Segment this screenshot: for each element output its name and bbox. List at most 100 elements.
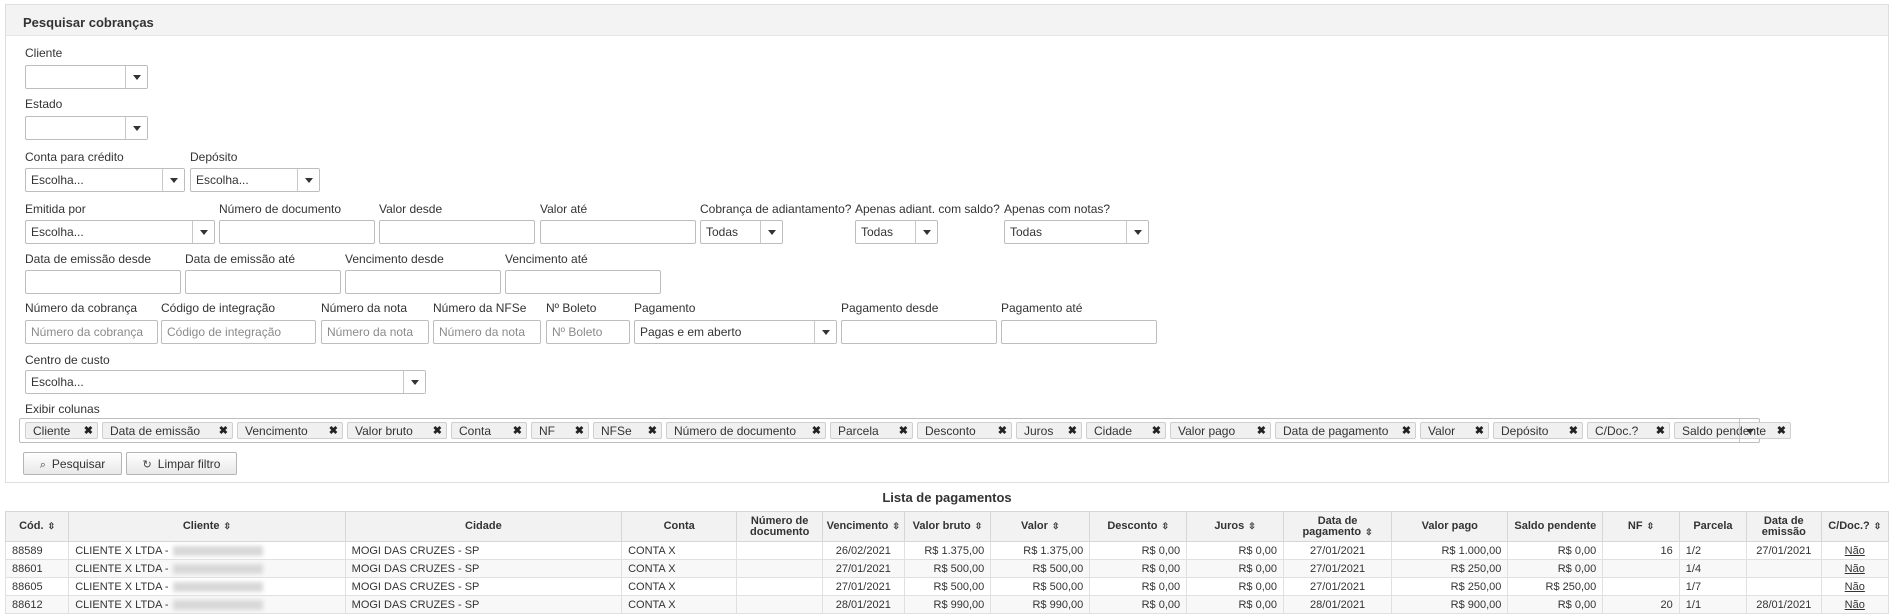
pesquisar-button[interactable]: ⌕ Pesquisar (23, 452, 122, 475)
column-header[interactable]: Cidade (344, 511, 623, 542)
column-header[interactable]: Data de emissão (1746, 511, 1822, 542)
close-icon[interactable]: ✖ (219, 424, 228, 437)
conta-credito-select[interactable]: Escolha... (25, 168, 185, 192)
valor-desde-input[interactable] (379, 220, 535, 244)
cell-value: R$ 0,00 (1238, 544, 1278, 557)
numero-nfse-input[interactable]: Número da nota (433, 320, 541, 344)
redacted-text (172, 563, 263, 574)
numero-cobranca-input[interactable]: Número da cobrança (25, 320, 158, 344)
close-icon[interactable]: ✖ (1402, 424, 1411, 437)
close-icon[interactable]: ✖ (84, 424, 93, 437)
column-header[interactable]: Valor ⇳ (990, 511, 1091, 542)
sort-icon[interactable]: ⇳ (892, 521, 900, 531)
close-icon[interactable]: ✖ (1152, 424, 1161, 437)
column-header[interactable]: Conta (621, 511, 738, 542)
table-row[interactable]: 88589 CLIENTE X LTDA - MOGI DAS CRUZES - S… (4, 541, 1890, 560)
close-icon[interactable]: ✖ (1569, 424, 1578, 437)
chevron-down-icon (125, 66, 147, 88)
sort-icon[interactable]: ⇳ (975, 521, 983, 531)
sort-icon[interactable]: ⇳ (1647, 521, 1655, 531)
cell-cdoc[interactable]: Não (1820, 559, 1890, 578)
column-header[interactable]: Data de pagamento ⇳ (1283, 511, 1393, 542)
cliente-select[interactable] (25, 65, 148, 89)
valor-ate-input[interactable] (540, 220, 696, 244)
cobranca-adiantamento-select[interactable]: Todas (700, 220, 783, 244)
column-header[interactable]: Valor bruto ⇳ (903, 511, 992, 542)
pagamento-desde-input[interactable] (841, 320, 997, 344)
column-header[interactable]: NF ⇳ (1602, 511, 1680, 542)
column-header[interactable]: Parcela (1678, 511, 1748, 542)
cell-value: MOGI DAS CRUZES - SP (351, 562, 480, 575)
cell-value: R$ 500,00 (1032, 562, 1084, 575)
column-header[interactable]: Cliente ⇳ (68, 511, 346, 542)
close-icon[interactable]: ✖ (513, 424, 522, 437)
close-icon[interactable]: ✖ (1475, 424, 1484, 437)
table-row[interactable]: 88601 CLIENTE X LTDA - MOGI DAS CRUZES - S… (4, 559, 1890, 578)
cell-value: R$ 0,00 (1238, 562, 1278, 575)
column-header[interactable]: Valor pago (1391, 511, 1509, 542)
column-header[interactable]: C/Doc.? ⇳ (1820, 511, 1890, 542)
close-icon[interactable]: ✖ (329, 424, 338, 437)
close-icon[interactable]: ✖ (812, 424, 821, 437)
numero-boleto-input[interactable]: Nº Boleto (546, 320, 630, 344)
close-icon[interactable]: ✖ (998, 424, 1007, 437)
cell-vencimento: 26/02/2021 (822, 541, 905, 560)
cell-value: Não (1844, 598, 1865, 611)
column-header[interactable]: Desconto ⇳ (1089, 511, 1188, 542)
close-icon[interactable]: ✖ (1068, 424, 1077, 437)
estado-select[interactable] (25, 116, 148, 140)
close-icon[interactable]: ✖ (1777, 424, 1786, 437)
numero-documento-input[interactable] (219, 220, 375, 244)
pagamento-ate-input[interactable] (1001, 320, 1157, 344)
data-emissao-desde-input[interactable] (25, 270, 181, 294)
close-icon[interactable]: ✖ (899, 424, 908, 437)
apenas-notas-select[interactable]: Todas (1004, 220, 1149, 244)
close-icon[interactable]: ✖ (575, 424, 584, 437)
column-header[interactable]: Saldo pendente (1507, 511, 1604, 542)
column-header[interactable]: Juros ⇳ (1186, 511, 1285, 542)
cell-cdoc[interactable]: Não (1820, 541, 1890, 560)
vencimento-ate-input[interactable] (505, 270, 661, 294)
pagamento-select[interactable]: Pagas e em aberto (634, 320, 837, 344)
cell-conta: CONTA X (621, 559, 738, 578)
vencimento-ate-label: Vencimento até (505, 252, 588, 266)
apenas-adiant-saldo-select[interactable]: Todas (855, 220, 938, 244)
sort-icon[interactable]: ⇳ (224, 521, 232, 531)
emitida-por-value: Escolha... (31, 225, 84, 239)
sort-icon[interactable]: ⇳ (1248, 521, 1256, 531)
cell-parcela: 1/4 (1678, 559, 1748, 578)
column-header[interactable]: Vencimento ⇳ (822, 511, 905, 542)
chevron-down-icon[interactable] (1739, 419, 1759, 442)
data-emissao-ate-input[interactable] (185, 270, 341, 294)
cell-cidade: MOGI DAS CRUZES - SP (344, 541, 623, 560)
table-row[interactable]: 88605 CLIENTE X LTDA - MOGI DAS CRUZES - S… (4, 577, 1890, 596)
limpar-filtro-button[interactable]: ↻ Limpar filtro (126, 452, 237, 475)
centro-custo-select[interactable]: Escolha... (25, 370, 426, 394)
column-header[interactable]: Número de documento (736, 511, 823, 542)
numero-boleto-label: Nº Boleto (546, 301, 597, 315)
cell-cdoc[interactable]: Não (1820, 595, 1890, 614)
cell-value: R$ 0,00 (1238, 598, 1278, 611)
close-icon[interactable]: ✖ (648, 424, 657, 437)
close-icon[interactable]: ✖ (433, 424, 442, 437)
sort-icon[interactable]: ⇳ (48, 521, 56, 531)
sort-icon[interactable]: ⇳ (1052, 521, 1060, 531)
vencimento-desde-input[interactable] (345, 270, 501, 294)
sort-icon[interactable]: ⇳ (1874, 521, 1882, 531)
column-header[interactable]: Cód. ⇳ (4, 511, 70, 542)
close-icon[interactable]: ✖ (1257, 424, 1266, 437)
codigo-integracao-input[interactable]: Código de integração (161, 320, 316, 344)
cell-cdoc[interactable]: Não (1820, 577, 1890, 596)
sort-icon[interactable]: ⇳ (1365, 527, 1373, 537)
cell-data-pagamento: 28/01/2021 (1283, 595, 1393, 614)
cell-valor: R$ 500,00 (990, 577, 1091, 596)
close-icon[interactable]: ✖ (1656, 424, 1665, 437)
emitida-por-select[interactable]: Escolha... (25, 220, 215, 244)
numero-nota-input[interactable]: Número da nota (321, 320, 429, 344)
table-row[interactable]: 88612 CLIENTE X LTDA - MOGI DAS CRUZES - S… (4, 595, 1890, 614)
sort-icon[interactable]: ⇳ (1161, 521, 1169, 531)
cell-value: R$ 990,00 (1032, 598, 1084, 611)
deposito-select[interactable]: Escolha... (190, 168, 320, 192)
exibir-colunas-select[interactable]: Cliente ✖ Data de emissão ✖ Vencimento ✖ Valor… (19, 418, 1791, 443)
cell-value: 88589 (12, 544, 43, 557)
